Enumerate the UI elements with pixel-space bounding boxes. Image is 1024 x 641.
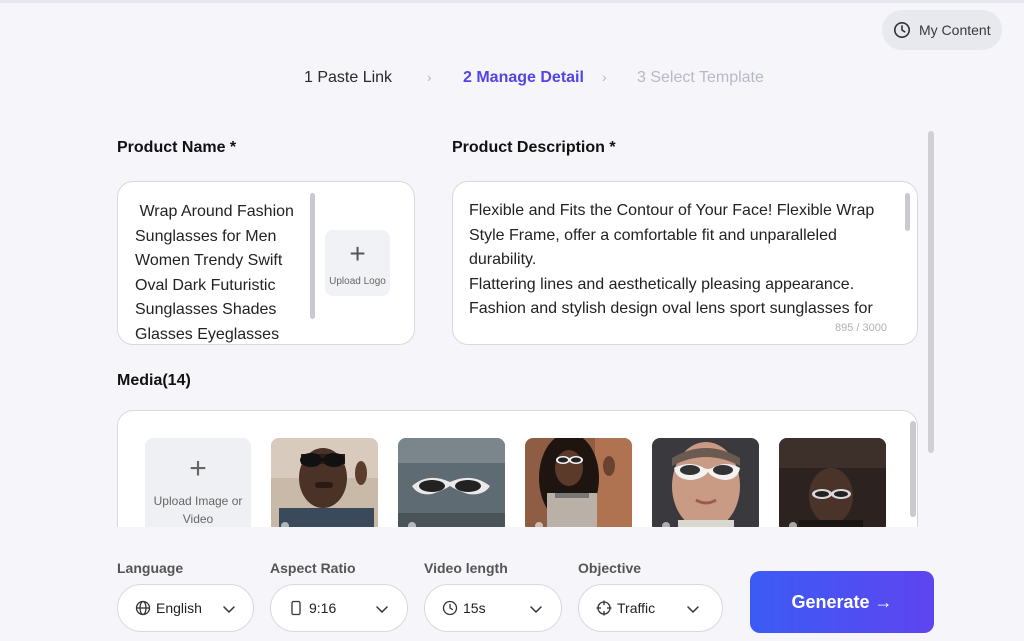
upload-media-label: Upload Image or Video	[153, 494, 243, 526]
product-description-label: Product Description *	[452, 139, 616, 156]
product-name-text[interactable]: Wrap Around Fashion Sunglasses for Men W…	[135, 200, 310, 344]
media-thumbnail[interactable]	[398, 438, 505, 527]
upload-logo-label: Upload Logo	[329, 275, 386, 287]
description-line: Flattering lines and aesthetically pleas…	[469, 275, 855, 293]
video-length-label: Video length	[424, 560, 508, 576]
product-description-field[interactable]: Flexible and Fits the Contour of Your Fa…	[452, 181, 918, 345]
phone-portrait-icon	[291, 600, 301, 616]
objective-select[interactable]: Traffic	[578, 584, 723, 632]
product-name-field[interactable]: Wrap Around Fashion Sunglasses for Men W…	[117, 181, 415, 345]
media-label: Media(14)	[117, 372, 191, 389]
plus-icon: +	[349, 237, 366, 269]
top-divider	[0, 0, 1024, 3]
description-line: Fashion and stylish design oval lens spo…	[469, 300, 873, 317]
globe-icon	[135, 600, 151, 616]
description-line: Flexible and Fits the Contour of Your Fa…	[469, 202, 875, 219]
description-line: durability.	[469, 251, 537, 268]
generate-button[interactable]: Generate →	[750, 571, 934, 633]
chevron-down-icon	[223, 606, 235, 613]
video-length-value: 15s	[463, 600, 486, 616]
page-scrollbar[interactable]	[928, 131, 934, 453]
chevron-down-icon	[530, 606, 542, 613]
step-paste-link[interactable]: 1 Paste Link	[304, 69, 392, 87]
media-thumbnail[interactable]	[779, 438, 886, 527]
clock-icon	[442, 600, 458, 616]
objective-label: Objective	[578, 560, 642, 576]
aspect-ratio-select[interactable]: 9:16	[270, 584, 408, 632]
character-counter: 895 / 3000	[835, 322, 887, 334]
language-value: English	[156, 600, 202, 616]
objective-value: Traffic	[617, 600, 656, 616]
media-thumbnail[interactable]	[271, 438, 378, 527]
upload-media-button[interactable]: + Upload Image or Video	[145, 438, 251, 527]
aspect-ratio-label: Aspect Ratio	[270, 560, 356, 576]
language-label: Language	[117, 560, 184, 576]
chevron-right-icon: ›	[427, 69, 432, 85]
settings-bar: Language English Aspect Ratio 9:16 Video…	[0, 530, 1024, 641]
plus-icon: +	[189, 452, 207, 485]
media-thumbnail[interactable]	[652, 438, 759, 527]
step-manage-detail[interactable]: 2 Manage Detail	[463, 69, 584, 87]
product-name-label: Product Name *	[117, 139, 237, 156]
target-icon	[596, 600, 612, 616]
my-content-label: My Content	[919, 22, 991, 38]
step-select-template: 3 Select Template	[637, 69, 764, 86]
product-description-text[interactable]: Flexible and Fits the Contour of Your Fa…	[469, 199, 899, 322]
aspect-ratio-value: 9:16	[309, 600, 337, 616]
language-select[interactable]: English	[117, 584, 254, 632]
video-length-select[interactable]: 15s	[424, 584, 562, 632]
chevron-down-icon	[376, 606, 388, 613]
chevron-down-icon	[687, 606, 699, 613]
description-scrollbar[interactable]	[905, 193, 910, 231]
my-content-button[interactable]: My Content	[882, 10, 1002, 50]
clock-icon	[893, 21, 911, 39]
media-thumbnail[interactable]	[525, 438, 632, 527]
description-line: Style Frame, offer a comfortable fit and…	[469, 226, 837, 244]
media-gallery: + Upload Image or Video	[117, 410, 918, 527]
media-scrollbar[interactable]	[910, 421, 916, 517]
upload-logo-button[interactable]: + Upload Logo	[325, 230, 390, 296]
stepper: 1 Paste Link › 2 Manage Detail › 3 Selec…	[0, 69, 1024, 89]
chevron-right-icon: ›	[602, 69, 607, 85]
product-name-scrollbar[interactable]	[310, 193, 315, 319]
